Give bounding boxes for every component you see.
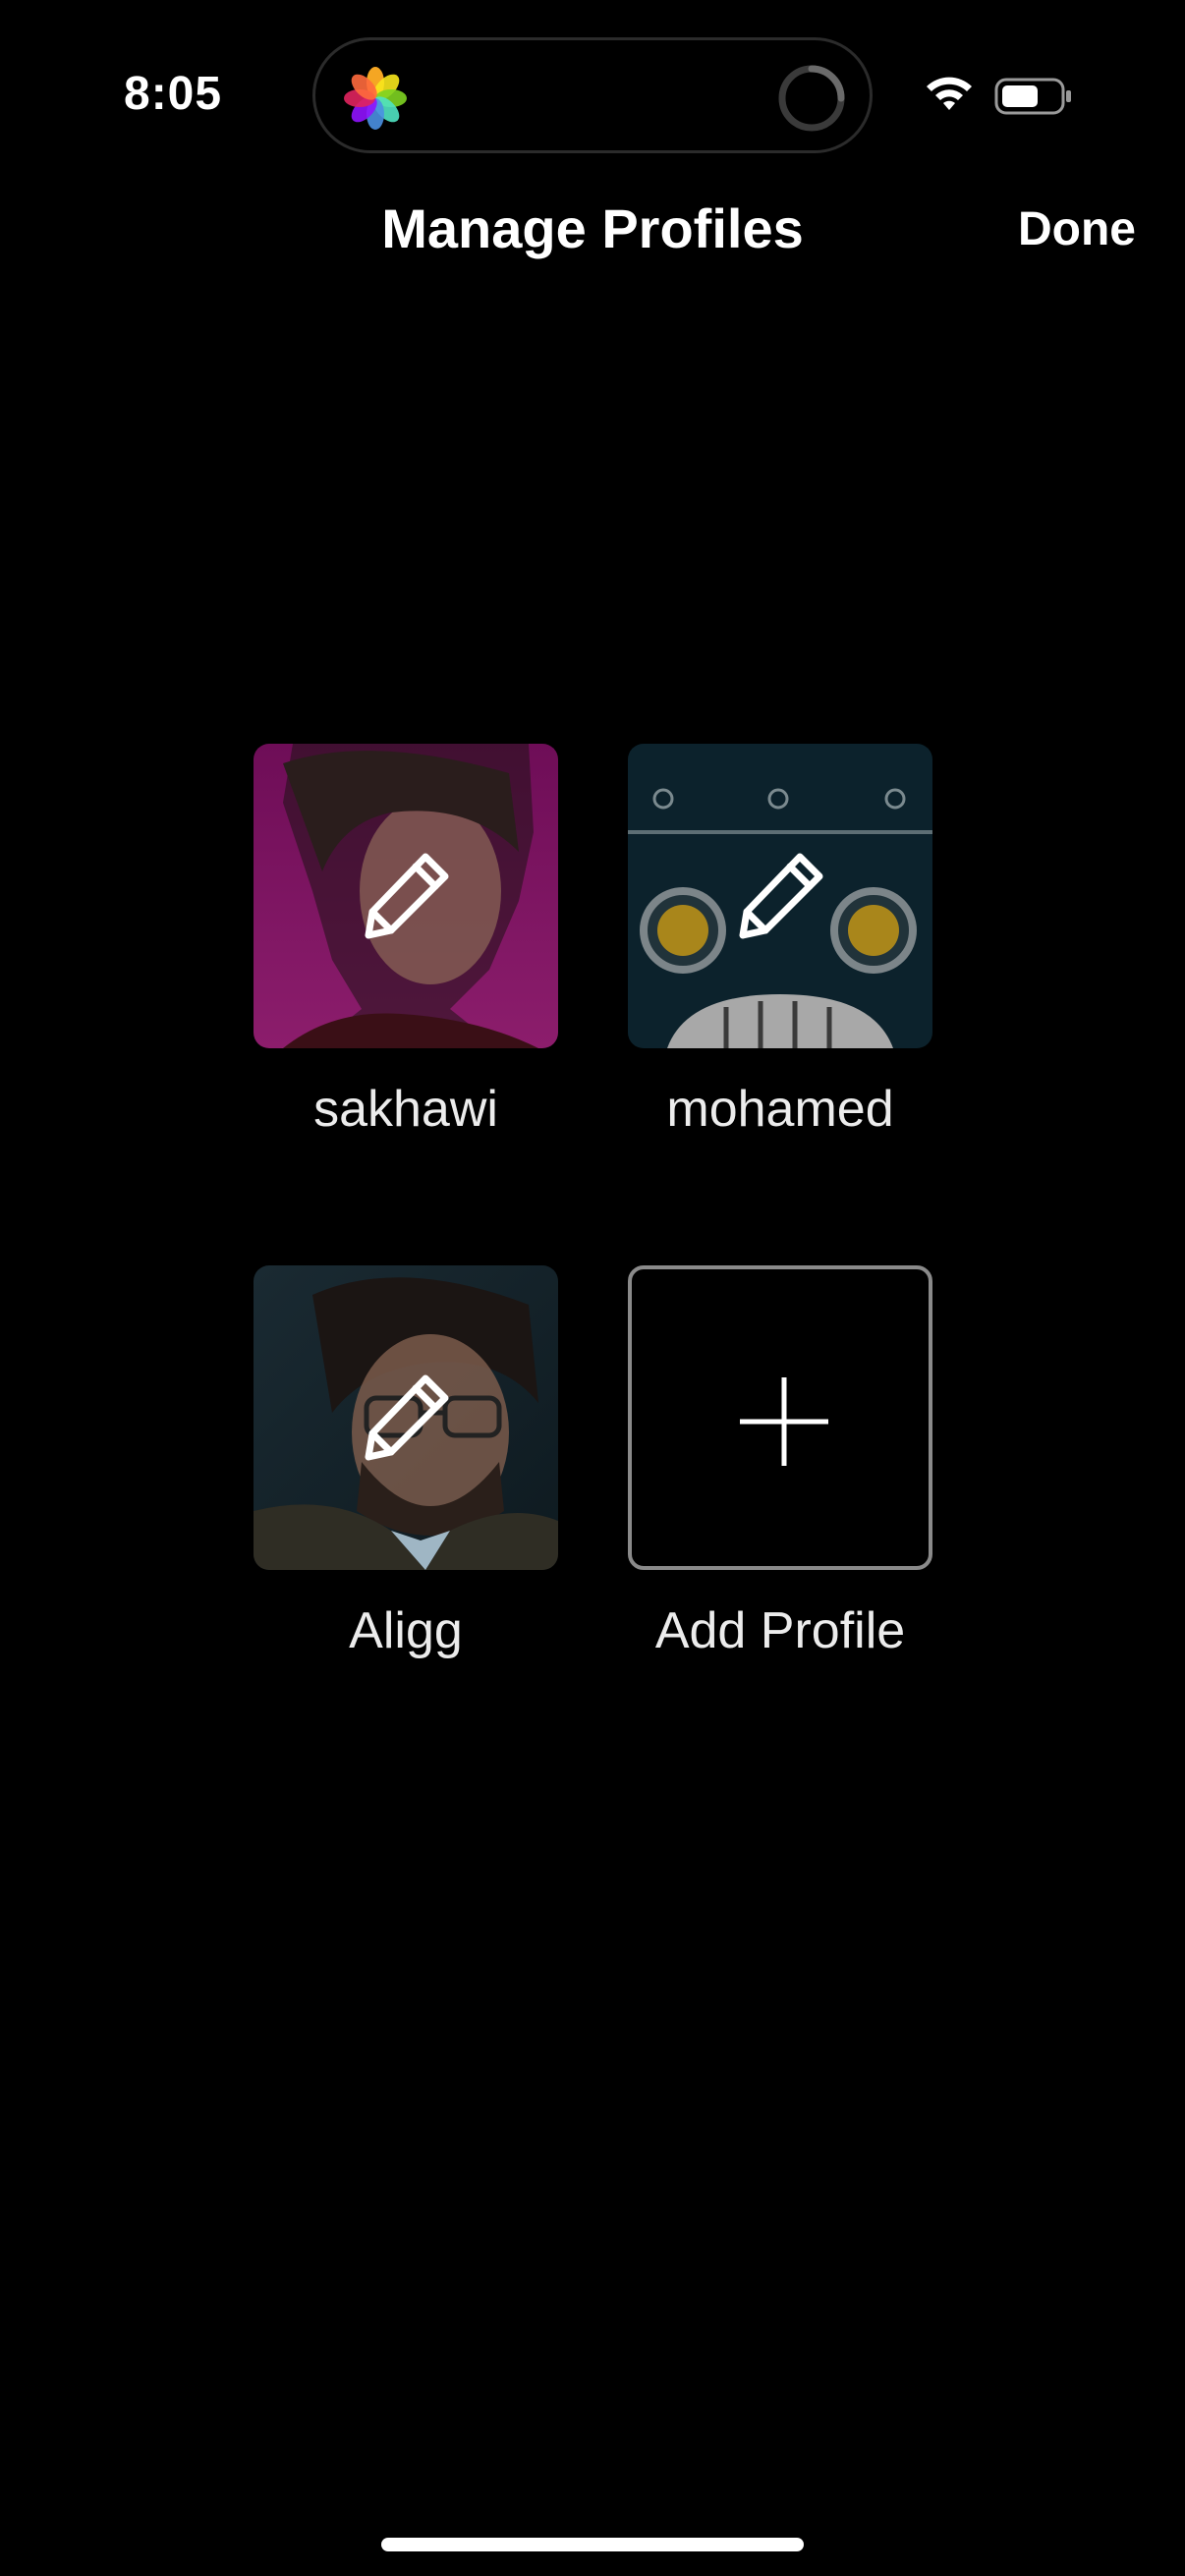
profile-name: Aligg (349, 1602, 463, 1659)
add-profile-button[interactable] (628, 1265, 932, 1570)
page-title: Manage Profiles (381, 197, 804, 259)
add-profile-label: Add Profile (654, 1602, 906, 1659)
add-profile-tile[interactable]: Add Profile (628, 1265, 932, 1660)
robot-face-avatar[interactable] (628, 744, 932, 1048)
edit-pencil-icon[interactable] (357, 847, 455, 945)
plus-icon (740, 1377, 828, 1466)
profile-name: mohamed (666, 1081, 894, 1138)
woman-portrait-avatar[interactable] (254, 744, 558, 1048)
battery-icon (994, 78, 1071, 115)
done-button[interactable]: Done (1018, 202, 1136, 256)
home-indicator[interactable] (381, 2538, 804, 2551)
edit-pencil-icon[interactable] (731, 847, 829, 945)
profile-name: sakhawi (313, 1081, 498, 1138)
loading-spinner-icon (778, 65, 845, 132)
profile-tile-aligg[interactable]: Aligg (254, 1265, 558, 1660)
manage-profiles-screen: 8:05 Manage Profiles Done sakhawi mohame… (0, 0, 1185, 2576)
dynamic-island[interactable] (312, 37, 873, 153)
profile-tile-sakhawi[interactable]: sakhawi (254, 744, 558, 1139)
profile-tile-mohamed[interactable]: mohamed (628, 744, 932, 1139)
wifi-icon (927, 77, 972, 110)
man-glasses-portrait-avatar[interactable] (254, 1265, 558, 1570)
photos-icon (344, 67, 407, 130)
edit-pencil-icon[interactable] (357, 1369, 455, 1467)
status-time: 8:05 (124, 68, 223, 120)
